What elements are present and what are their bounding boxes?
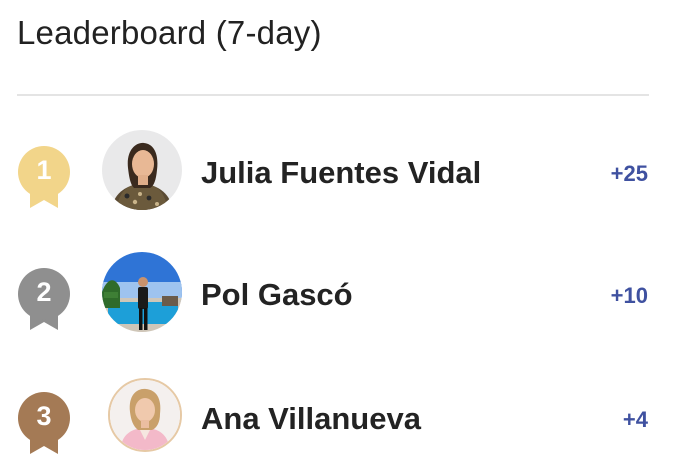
player-name: Pol Gascó xyxy=(201,277,353,312)
silver-medal-icon: 2 xyxy=(17,266,71,332)
gold-medal-icon: 1 xyxy=(17,144,71,210)
leaderboard-row[interactable]: 3 Ana Villanueva +4 xyxy=(0,376,678,466)
avatar[interactable] xyxy=(102,130,182,210)
player-name: Julia Fuentes Vidal xyxy=(201,155,482,190)
rank-number: 2 xyxy=(36,277,52,307)
avatar[interactable] xyxy=(102,252,182,332)
bronze-medal-icon: 3 xyxy=(17,390,71,456)
points-value: +10 xyxy=(610,283,648,308)
rank-number: 1 xyxy=(36,155,52,185)
player-name: Ana Villanueva xyxy=(201,401,421,436)
title-divider xyxy=(17,94,649,96)
avatar[interactable] xyxy=(108,378,182,452)
points-value: +25 xyxy=(610,161,648,186)
leaderboard-row[interactable]: 2 Pol Gascó +10 xyxy=(0,252,678,342)
leaderboard-title: Leaderboard (7-day) xyxy=(17,14,322,51)
leaderboard-row[interactable]: 1 Julia Fuentes Vidal +25 xyxy=(0,130,678,220)
points-value: +4 xyxy=(622,407,648,432)
rank-number: 3 xyxy=(36,401,52,431)
